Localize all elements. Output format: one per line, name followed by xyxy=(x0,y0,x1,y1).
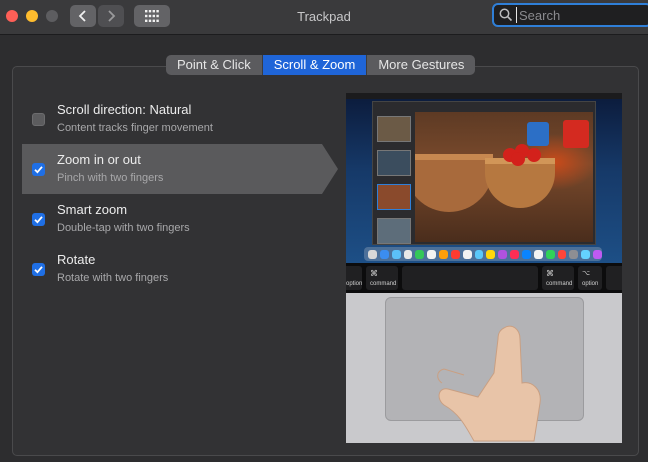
preview-screen xyxy=(346,93,622,263)
option-subtitle: Rotate with two fingers xyxy=(57,272,169,284)
preview-laptop-base xyxy=(346,293,622,443)
preview-photo xyxy=(415,112,593,242)
preview-dock xyxy=(364,247,602,261)
tab-more-gestures[interactable]: More Gestures xyxy=(367,55,475,75)
preview-menubar xyxy=(346,93,622,99)
key-option-right: ⌥ option xyxy=(578,266,602,290)
tab-bar: Point & Click Scroll & Zoom More Gesture… xyxy=(166,55,476,75)
option-subtitle: Content tracks finger movement xyxy=(57,122,213,134)
key-arrow xyxy=(606,266,622,290)
hand-icon xyxy=(437,325,541,442)
preview-keyboard-row: option ⌘ command ⌘ command ⌥ option xyxy=(346,263,622,293)
checkmark-icon xyxy=(34,266,43,274)
smart-zoom-checkbox[interactable] xyxy=(32,213,45,226)
key-space xyxy=(402,266,538,290)
option-subtitle: Pinch with two fingers xyxy=(57,172,164,184)
checkmark-icon xyxy=(34,216,43,224)
mug-shape xyxy=(527,122,549,146)
zoom-in-out-checkbox[interactable] xyxy=(32,163,45,176)
tab-point-click[interactable]: Point & Click xyxy=(166,55,263,75)
thumbnail xyxy=(377,150,411,176)
scroll-direction-checkbox[interactable] xyxy=(32,113,45,126)
option-zoom-in-out[interactable]: Zoom in or out Pinch with two fingers xyxy=(22,144,338,194)
thumbnail xyxy=(377,218,411,244)
search-field[interactable] xyxy=(492,3,648,27)
key-command-left: ⌘ command xyxy=(366,266,398,290)
gesture-preview-video: option ⌘ command ⌘ command ⌥ option xyxy=(346,93,622,443)
mug-shape xyxy=(563,120,589,148)
key-command-right: ⌘ command xyxy=(542,266,574,290)
option-rotate[interactable]: Rotate Rotate with two fingers xyxy=(22,244,322,294)
option-title: Zoom in or out xyxy=(57,152,141,167)
option-subtitle: Double-tap with two fingers xyxy=(57,222,190,234)
tomato-shape xyxy=(511,152,525,166)
option-title: Scroll direction: Natural xyxy=(57,102,192,117)
option-smart-zoom[interactable]: Smart zoom Double-tap with two fingers xyxy=(22,194,322,244)
search-input[interactable] xyxy=(516,7,648,23)
bowl-shape xyxy=(415,154,493,212)
option-title: Smart zoom xyxy=(57,202,128,217)
checkmark-icon xyxy=(34,166,43,174)
tomato-shape xyxy=(527,148,541,162)
option-scroll-direction[interactable]: Scroll direction: Natural Content tracks… xyxy=(22,94,322,144)
preview-photos-window xyxy=(372,101,596,245)
title-bar: Trackpad xyxy=(0,0,648,35)
key-option-left: option xyxy=(346,266,362,290)
option-title: Rotate xyxy=(57,252,96,267)
thumbnail xyxy=(377,184,411,210)
preview-thumbnails xyxy=(377,116,411,244)
thumbnail xyxy=(377,116,411,142)
rotate-checkbox[interactable] xyxy=(32,263,45,276)
magnifier-icon xyxy=(499,8,513,22)
tab-scroll-zoom[interactable]: Scroll & Zoom xyxy=(262,55,368,75)
